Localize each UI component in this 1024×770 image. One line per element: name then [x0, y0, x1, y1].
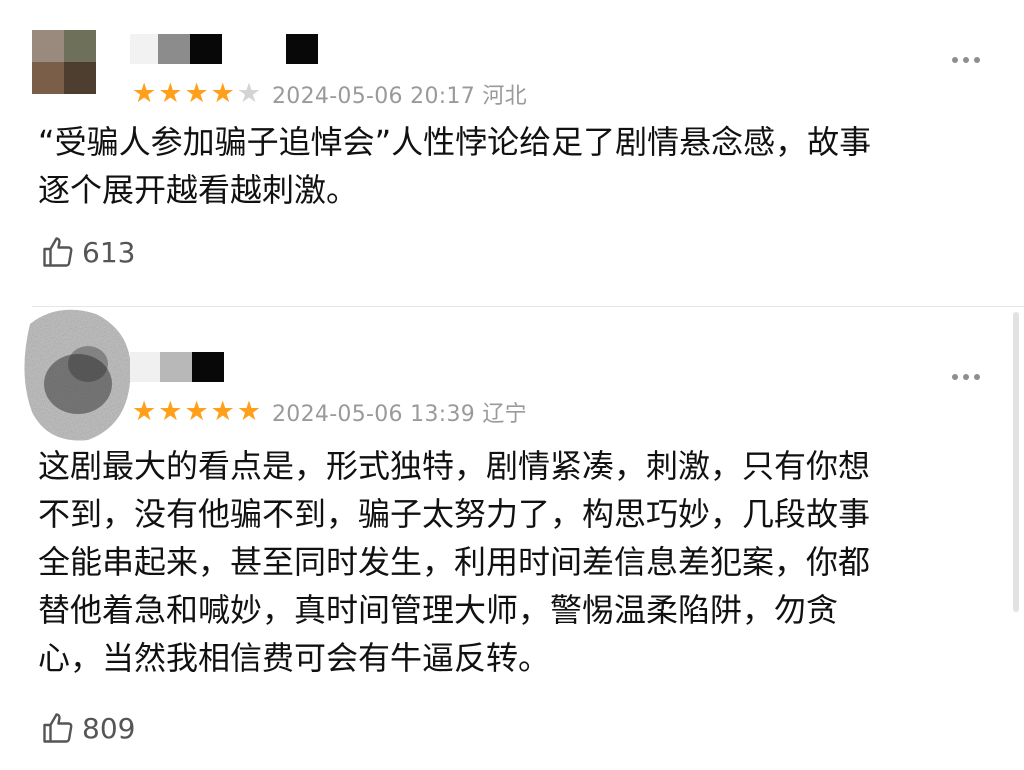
review-location: 辽宁 [482, 402, 527, 427]
thumbs-up-icon [43, 237, 73, 267]
review-date: 2024-05-06 13:39 [272, 402, 476, 427]
review-content: 这剧最大的看点是，形式独特，剧情紧凑，刺激，只有你想 不到，没有他骗不到，骗子太… [38, 447, 871, 677]
star-filled-icon: ★ [210, 396, 235, 427]
like-button[interactable]: 809 [40, 710, 135, 746]
star-filled-icon: ★ [210, 78, 235, 109]
review-meta: 2024-05-06 20:17 河北 [272, 78, 527, 110]
review-content: “受骗人参加骗子追悼会”人性悖论给足了剧情悬念感，故事 逐个展开越看越刺激。 [38, 123, 872, 209]
star-filled-icon: ★ [236, 396, 262, 427]
star-empty-icon: ★ [236, 78, 262, 109]
rating-stars: ★ ★ ★ ★ ★ [132, 80, 261, 107]
like-count: 613 [82, 235, 136, 269]
star-filled-icon: ★ [132, 396, 157, 427]
user-avatar[interactable] [18, 304, 138, 444]
star-filled-icon: ★ [158, 78, 183, 109]
scrollbar[interactable] [1013, 312, 1019, 612]
more-dots-icon[interactable] [952, 374, 980, 380]
star-filled-icon: ★ [158, 396, 183, 427]
review-meta: 2024-05-06 13:39 辽宁 [272, 396, 527, 428]
star-filled-icon: ★ [184, 78, 209, 109]
more-dots-icon[interactable] [952, 57, 980, 63]
rating-stars: ★ ★ ★ ★ ★ [132, 398, 261, 425]
username-redacted[interactable] [130, 352, 224, 382]
review-date: 2024-05-06 20:17 [272, 84, 476, 109]
star-filled-icon: ★ [132, 78, 157, 109]
like-button[interactable]: 613 [40, 234, 135, 270]
user-avatar[interactable] [32, 30, 96, 94]
thumbs-up-icon [43, 713, 73, 743]
review-location: 河北 [482, 84, 527, 109]
divider [32, 306, 1024, 307]
username-redacted[interactable] [130, 34, 318, 64]
star-filled-icon: ★ [184, 396, 209, 427]
like-count: 809 [82, 711, 136, 745]
